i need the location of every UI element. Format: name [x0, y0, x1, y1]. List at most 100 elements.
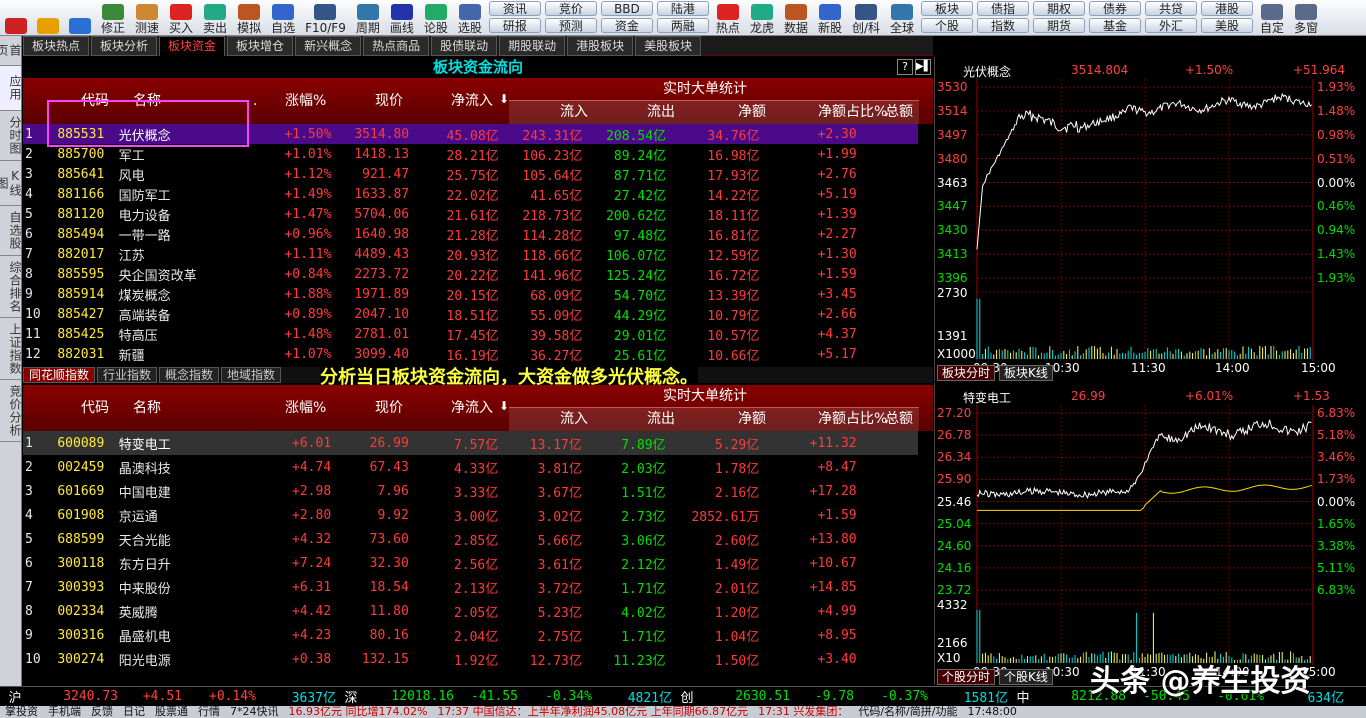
market-button-top[interactable]: 港股 [1201, 1, 1254, 16]
market-button-top[interactable]: 债指 [977, 1, 1030, 16]
toolbar-right-0[interactable]: 自定 [1255, 0, 1289, 35]
market-button-bottom[interactable]: 指数 [977, 18, 1030, 33]
bottom-item-1[interactable]: 手机端 [43, 706, 86, 718]
toolbar-button-top[interactable]: 陆港 [656, 1, 709, 16]
toolbar-item-8[interactable]: 自选 [266, 0, 300, 35]
chart-tab-1[interactable]: 板块K线 [999, 365, 1053, 381]
bottom-item-4[interactable]: 股票通 [150, 706, 193, 718]
header-net[interactable]: 净流入 [451, 397, 493, 419]
toolbar-item2-2[interactable]: 数据 [779, 0, 813, 35]
toolbar-item-10[interactable]: 周期 [351, 0, 385, 35]
bottom-item-7[interactable]: 16.93亿元 同比增174.02% [284, 706, 433, 718]
bottom-item-11[interactable]: 17:48:00 [962, 706, 1021, 718]
vtab-7[interactable]: 竞价分析 [0, 380, 22, 442]
vtab-0[interactable]: 首页 [0, 36, 22, 66]
help-button[interactable]: ? [897, 59, 913, 75]
tab-4[interactable]: 新兴概念 [295, 36, 362, 56]
table-row[interactable]: 9 885914 煤炭概念 +1.88% 1971.89 20.15亿 68.09亿 54.7… [23, 284, 918, 304]
tab-5[interactable]: 热点商品 [363, 36, 430, 56]
header-price[interactable]: 现价 [375, 397, 403, 419]
table-row[interactable]: 2 002459 晶澳科技 +4.74 67.43 4.33亿 3.81亿 2.03亿 1.78… [23, 455, 918, 479]
vtab-6[interactable]: 上证指数 [0, 318, 22, 380]
market-button-bottom[interactable]: 外汇 [1145, 18, 1198, 33]
toolbar-item-7[interactable]: 模拟 [232, 0, 266, 35]
toolbar-item-13[interactable]: 选股 [453, 0, 487, 35]
chart-tab-0[interactable]: 个股分时 [937, 669, 996, 685]
toolbar-button-top[interactable]: 资讯 [488, 1, 541, 16]
vtab-3[interactable]: K线图 [0, 161, 22, 206]
market-button-bottom[interactable]: 基金 [1089, 18, 1142, 33]
chart-tab-1[interactable]: 个股K线 [999, 669, 1053, 685]
vtab-2[interactable]: 分时图 [0, 111, 22, 161]
table-row[interactable]: 9 300316 晶盛机电 +4.23 80.16 2.04亿 2.75亿 1.71亿 1.04… [23, 623, 918, 647]
subtab-1[interactable]: 行业指数 [97, 367, 158, 383]
table-row[interactable]: 12 882031 新疆 +1.07% 3099.40 16.19亿 36.27亿 25.61… [23, 344, 918, 364]
tab-7[interactable]: 期股联动 [499, 36, 566, 56]
header-chg[interactable]: 涨幅% [285, 397, 326, 419]
table-row[interactable]: 4 601908 京运通 +2.80 9.92 3.00亿 3.02亿 2.73亿 2852.6… [23, 503, 918, 527]
toolbar-item2-5[interactable]: 全球 [885, 0, 919, 35]
tab-2[interactable]: 板块资金 [159, 36, 226, 56]
toolbar-right-1[interactable]: 多窗 [1289, 0, 1323, 35]
table-row[interactable]: 7 300393 中来股份 +6.31 18.54 2.13亿 3.72亿 1.71亿 2.01… [23, 575, 918, 599]
toolbar-item-4[interactable]: 测速 [130, 0, 164, 35]
bottom-item-6[interactable]: 7*24快讯 [225, 706, 284, 718]
table-row[interactable]: 10 885427 高端装备 +0.89% 2047.10 18.51亿 55.09亿 44.… [23, 304, 918, 324]
table-row[interactable]: 10 300274 阳光电源 +0.38 132.15 1.92亿 12.73亿 11.23亿… [23, 647, 918, 671]
toolbar-item2-1[interactable]: 龙虎 [745, 0, 779, 35]
table-row[interactable]: 3 885641 风电 +1.12% 921.47 25.75亿 105.64亿 87.71亿… [23, 164, 918, 184]
header-name[interactable]: 名称 [133, 397, 161, 419]
toolbar-item2-0[interactable]: 热点 [711, 0, 745, 35]
table-row[interactable]: 11 885425 特高压 +1.48% 2781.01 17.45亿 39.58亿 29.0… [23, 324, 918, 344]
toolbar-button-bottom[interactable]: 研报 [488, 18, 541, 33]
bottom-item-0[interactable]: 掌投资 [0, 706, 43, 718]
bottom-item-8[interactable]: 17:37 中国信达：上半年净利润45.08亿元 上年同期66.87亿元 [432, 706, 753, 718]
table-row[interactable]: 5 881120 电力设备 +1.47% 5704.06 21.61亿 218.73亿 200… [23, 204, 918, 224]
table-row[interactable]: 4 881166 国防军工 +1.49% 1633.87 22.02亿 41.65亿 27.4… [23, 184, 918, 204]
table-row[interactable]: 2 885700 军工 +1.01% 1418.13 28.21亿 106.23亿 89.24… [23, 144, 918, 164]
tab-3[interactable]: 板块增仓 [227, 36, 294, 56]
market-button-bottom[interactable]: 期货 [1033, 18, 1086, 33]
subtab-3[interactable]: 地域指数 [221, 367, 282, 383]
market-button-bottom[interactable]: 个股 [921, 18, 974, 33]
table-row[interactable]: 7 882017 江苏 +1.11% 4489.43 20.93亿 118.66亿 106.0… [23, 244, 918, 264]
toolbar-item-3[interactable]: 修正 [96, 0, 130, 35]
market-button-top[interactable]: 债券 [1089, 1, 1142, 16]
header-chg[interactable]: 涨幅% [285, 90, 326, 112]
bottom-item-5[interactable]: 行情 [193, 706, 225, 718]
toolbar-item-11[interactable]: 画线 [385, 0, 419, 35]
table-row[interactable]: 3 601669 中国电建 +2.98 7.96 3.33亿 3.67亿 1.51亿 2.16亿… [23, 479, 918, 503]
header-code[interactable]: 代码 [81, 397, 109, 419]
vtab-1[interactable]: 应用 [0, 66, 22, 111]
header-net[interactable]: 净流入 [451, 90, 493, 112]
collapse-icon[interactable]: ▶▌ [915, 59, 931, 75]
table-row[interactable]: 6 885494 一带一路 +0.96% 1640.98 21.28亿 114.28亿 97.… [23, 224, 918, 244]
tab-8[interactable]: 港股板块 [567, 36, 634, 56]
toolbar-item2-4[interactable]: 创/科 [847, 0, 885, 35]
market-button-top[interactable]: 板块 [921, 1, 974, 16]
table-row[interactable]: 5 688599 天合光能 +4.32 73.60 2.85亿 5.66亿 3.06亿 2.60… [23, 527, 918, 551]
market-button-bottom[interactable]: 美股 [1201, 18, 1254, 33]
toolbar-button-bottom[interactable]: 两融 [656, 18, 709, 33]
tab-9[interactable]: 美股板块 [635, 36, 702, 56]
chart-tab-0[interactable]: 板块分时 [937, 365, 996, 381]
tab-0[interactable]: 板块热点 [23, 36, 90, 56]
header-price[interactable]: 现价 [375, 90, 403, 112]
header-dot[interactable]: . [253, 90, 257, 112]
market-button-top[interactable]: 共贷 [1145, 1, 1198, 16]
toolbar-item2-3[interactable]: 新股 [813, 0, 847, 35]
toolbar-item-6[interactable]: 卖出 [198, 0, 232, 35]
toolbar-item-0[interactable] [0, 0, 32, 35]
toolbar-item-1[interactable] [32, 0, 64, 35]
table-row[interactable]: 1 600089 特变电工 +6.01 26.99 7.57亿 13.17亿 7.89亿 5.2… [23, 431, 918, 455]
table-row[interactable]: 6 300118 东方日升 +7.24 32.30 2.56亿 3.61亿 2.12亿 1.49… [23, 551, 918, 575]
table-row[interactable]: 8 002334 英威腾 +4.42 11.80 2.05亿 5.23亿 4.02亿 1.20亿… [23, 599, 918, 623]
tab-6[interactable]: 股债联动 [431, 36, 498, 56]
bottom-item-9[interactable]: 17:31 兴发集团： [753, 706, 853, 718]
bottom-item-3[interactable]: 日记 [118, 706, 150, 718]
market-button-top[interactable]: 期权 [1033, 1, 1086, 16]
toolbar-button-top[interactable]: BBD [600, 1, 653, 16]
subtab-2[interactable]: 概念指数 [159, 367, 220, 383]
toolbar-item-9[interactable]: F10/F9 [300, 0, 351, 35]
tab-1[interactable]: 板块分析 [91, 36, 158, 56]
